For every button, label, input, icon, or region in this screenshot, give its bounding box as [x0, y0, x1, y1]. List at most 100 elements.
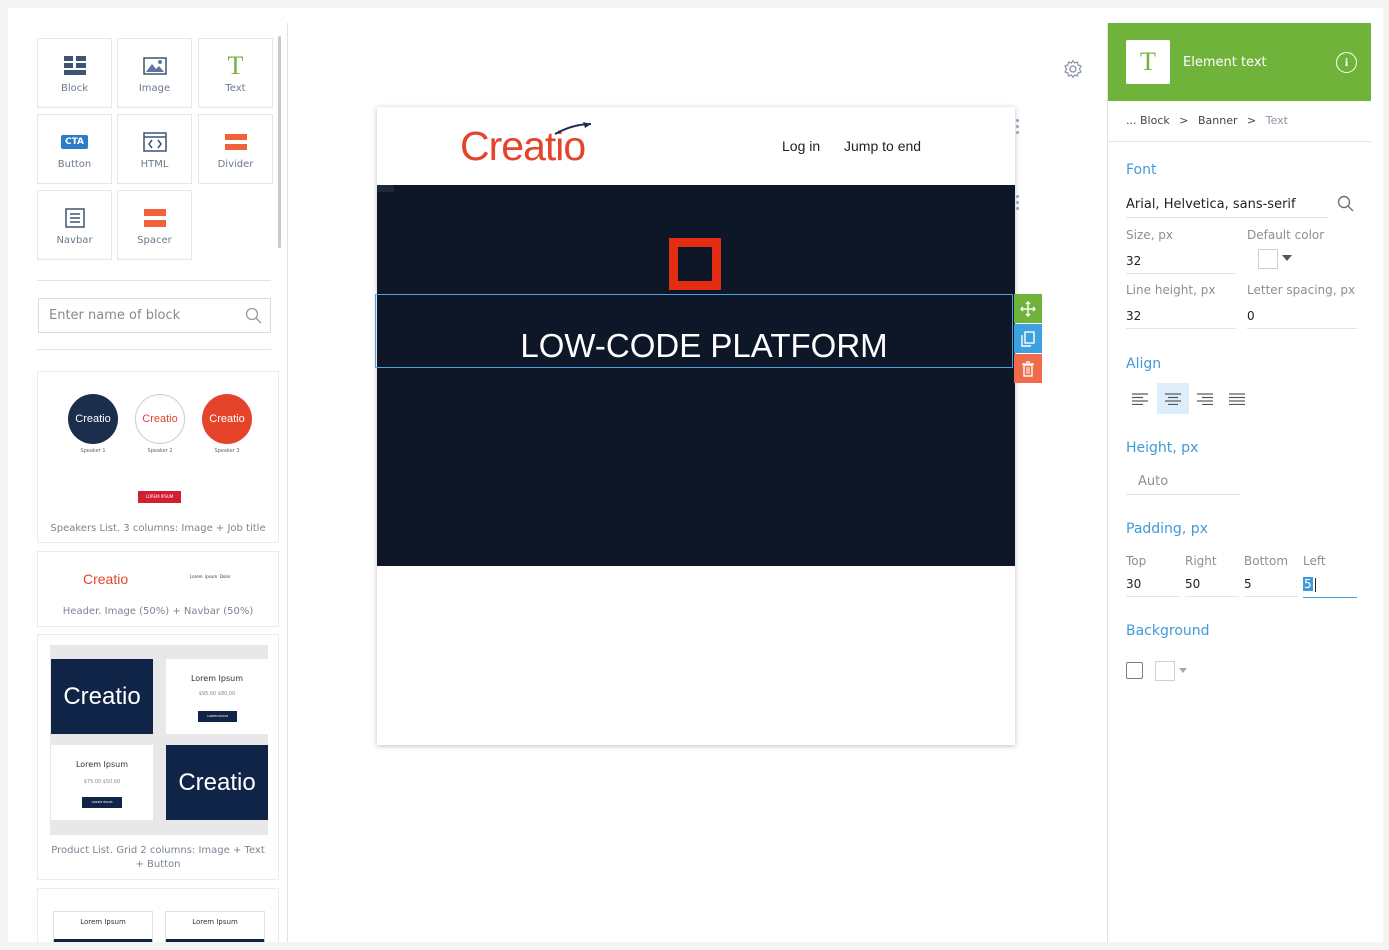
- product-button: LOREM IPSUM: [82, 797, 122, 808]
- selected-text-element[interactable]: LOW-CODE PLATFORM: [375, 294, 1013, 368]
- align-left-icon: [1132, 392, 1148, 405]
- text-element-icon: T: [1126, 40, 1170, 84]
- font-section-title: Font: [1126, 162, 1157, 178]
- speaker-avatar: Creatio: [135, 394, 185, 444]
- color-label: Default color: [1247, 228, 1325, 242]
- tile-spacer[interactable]: Spacer: [117, 190, 192, 260]
- template-caption: Speakers List. 3 columns: Image + Job ti…: [50, 523, 266, 534]
- tile-label: Text: [225, 83, 246, 94]
- tile-block[interactable]: Block: [37, 38, 112, 108]
- block-tag: [377, 185, 394, 192]
- align-center-button[interactable]: [1157, 383, 1189, 414]
- background-color-swatch[interactable]: [1155, 661, 1175, 681]
- brand-logo: Creatio: [460, 122, 592, 170]
- tile-text[interactable]: T Text: [198, 38, 273, 108]
- padding-bottom-label: Bottom: [1244, 554, 1289, 568]
- template-logo: Creatio: [83, 571, 129, 587]
- font-size-field[interactable]: 32: [1126, 254, 1236, 274]
- divider: [37, 349, 271, 350]
- letter-spacing-field[interactable]: 0: [1247, 309, 1357, 329]
- gear-icon[interactable]: [1063, 59, 1083, 83]
- template-speakers-list[interactable]: Creatio Creatio Creatio Speaker 1 Speake…: [37, 371, 279, 543]
- font-family-field[interactable]: Arial, Helvetica, sans-serif: [1126, 197, 1329, 218]
- template-header[interactable]: Creatio Lorem Ipsum Dolor Header. Image …: [37, 551, 279, 627]
- breadcrumb-current: Text: [1265, 114, 1288, 127]
- align-right-button[interactable]: [1189, 383, 1221, 414]
- template-logo: Creatio: [51, 659, 153, 734]
- tile-label: Spacer: [137, 235, 172, 246]
- html-icon: [118, 129, 191, 155]
- size-label: Size, px: [1126, 228, 1173, 242]
- template-product-list[interactable]: Creatio Lorem Ipsum $95.00 $80.00 LOREM …: [37, 634, 279, 880]
- background-checkbox[interactable]: [1126, 662, 1143, 679]
- tile-navbar[interactable]: Navbar: [37, 190, 112, 260]
- tile-divider[interactable]: Divider: [198, 114, 273, 184]
- divider: [37, 280, 271, 281]
- template-logo: Creatio: [166, 745, 268, 820]
- height-section-title: Height, px: [1126, 440, 1199, 456]
- blocks-panel: Block Image T Text CTA Button HTML Divid…: [23, 23, 288, 942]
- delete-button[interactable]: [1014, 354, 1042, 383]
- breadcrumb-separator: >: [1247, 114, 1257, 127]
- padding-top-field[interactable]: 30: [1126, 577, 1180, 597]
- chevron-down-icon[interactable]: [1179, 668, 1187, 673]
- padding-right-label: Right: [1185, 554, 1217, 568]
- search-icon[interactable]: [245, 307, 262, 328]
- design-canvas: Creatio Log in Jump to end LOW-CODE PLAT…: [288, 23, 1107, 942]
- text-icon: T: [227, 51, 244, 80]
- drag-handle-icon[interactable]: [1016, 195, 1020, 213]
- align-justify-icon: [1229, 392, 1245, 405]
- tile-label: Divider: [217, 159, 254, 170]
- nav-link-login[interactable]: Log in: [782, 138, 820, 154]
- product-price: $75.00 $50.00: [83, 779, 121, 785]
- padding-left-label: Left: [1303, 554, 1326, 568]
- product-title: Lorem Ipsum: [75, 760, 129, 769]
- search-icon[interactable]: [1337, 195, 1354, 216]
- product-button: LOREM IPSUM: [198, 711, 237, 722]
- copy-icon: [1021, 330, 1035, 347]
- move-button[interactable]: [1014, 294, 1042, 323]
- info-icon[interactable]: i: [1336, 52, 1357, 73]
- padding-top-label: Top: [1126, 554, 1147, 568]
- tile-label: Block: [60, 83, 89, 94]
- email-header[interactable]: Creatio Log in Jump to end: [377, 107, 1015, 185]
- color-swatch[interactable]: [1258, 249, 1278, 269]
- spacer-icon: [118, 205, 191, 231]
- avatar-logo: Creatio: [142, 413, 178, 425]
- tile-html[interactable]: HTML: [117, 114, 192, 184]
- search-input[interactable]: [39, 299, 239, 332]
- breadcrumb-block[interactable]: ... Block: [1126, 114, 1170, 127]
- panel-header: T Element text i: [1108, 23, 1371, 101]
- height-field[interactable]: Auto: [1126, 474, 1241, 495]
- line-height-field[interactable]: 32: [1126, 309, 1236, 329]
- move-icon: [1020, 300, 1036, 317]
- product-title: Lorem Ipsum: [192, 918, 238, 926]
- tile-label: Image: [138, 83, 171, 94]
- template-partial[interactable]: Lorem Ipsum Lorem Ipsum: [37, 888, 279, 942]
- padding-left-field[interactable]: 5: [1303, 577, 1357, 598]
- align-justify-button[interactable]: [1221, 383, 1253, 414]
- background-section-title: Background: [1126, 623, 1210, 639]
- breadcrumb-banner[interactable]: Banner: [1198, 114, 1238, 127]
- panel-scrollbar[interactable]: [278, 36, 281, 248]
- banner-block[interactable]: LOW-CODE PLATFORM: [375, 185, 1015, 566]
- padding-bottom-field[interactable]: 5: [1244, 577, 1298, 597]
- template-caption: Product List. Grid 2 columns: Image + Te…: [51, 845, 265, 870]
- speaker-name: Speaker 3: [214, 448, 240, 454]
- divider-icon: [199, 129, 272, 155]
- product-card: Lorem Ipsum: [53, 911, 153, 942]
- copy-button[interactable]: [1014, 324, 1042, 353]
- product-price: $95.00 $80.00: [198, 691, 236, 697]
- drag-handle-icon[interactable]: [1016, 119, 1020, 137]
- chevron-down-icon[interactable]: [1282, 255, 1292, 261]
- padding-right-field[interactable]: 50: [1185, 577, 1239, 597]
- tile-image[interactable]: Image: [117, 38, 192, 108]
- banner-headline[interactable]: LOW-CODE PLATFORM: [376, 327, 1012, 365]
- cta-badge: CTA: [60, 135, 88, 149]
- align-right-icon: [1197, 392, 1213, 405]
- tile-button[interactable]: CTA Button: [37, 114, 112, 184]
- speaker-name: Speaker 1: [80, 448, 106, 454]
- nav-link-jump[interactable]: Jump to end: [844, 138, 921, 154]
- logo-swoosh-icon: [554, 122, 592, 135]
- align-left-button[interactable]: [1124, 383, 1156, 414]
